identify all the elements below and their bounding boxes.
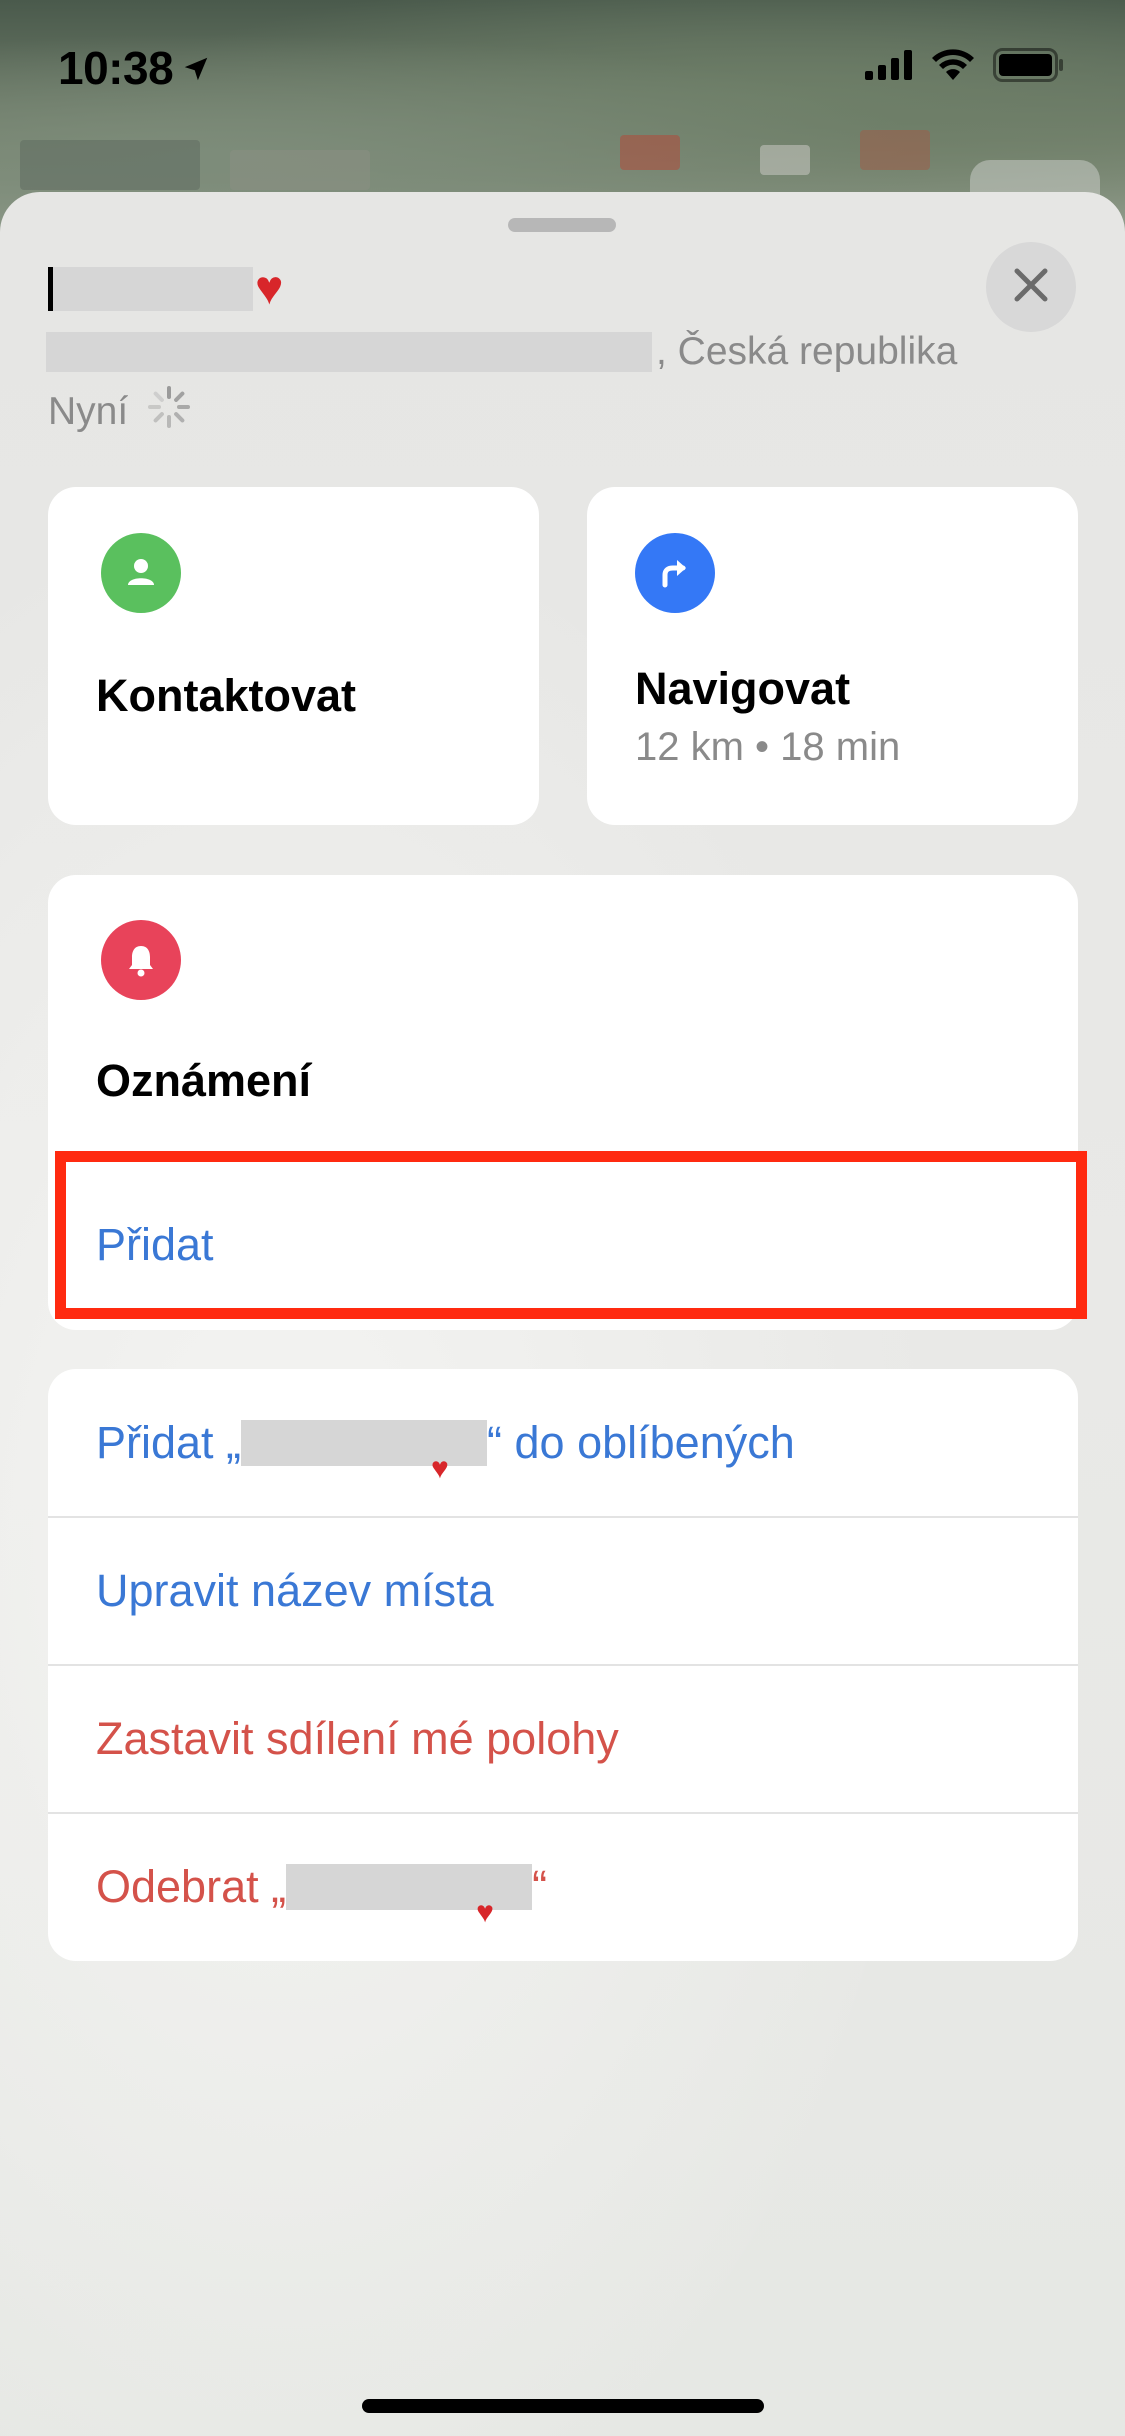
turn-right-arrow-icon <box>635 533 715 613</box>
actions-list: Přidat „ ♥ “ do oblíbených Upravit název… <box>48 1369 1078 1961</box>
person-icon <box>101 533 181 613</box>
close-button[interactable] <box>986 242 1076 332</box>
rename-place-button[interactable]: Upravit název místa <box>48 1517 1078 1665</box>
person-detail-sheet: ♥ , Česká republika Nyní Kontaktovat Nav… <box>0 192 1125 2436</box>
home-indicator[interactable] <box>362 2399 764 2413</box>
location-arrow-icon <box>181 41 211 95</box>
heart-emoji: ♥ <box>476 1896 494 1929</box>
redacted-address <box>46 332 652 372</box>
cellular-signal-icon <box>865 50 913 85</box>
person-name: ♥ <box>48 254 284 324</box>
remove-person-button[interactable]: Odebrat „ ♥ “ <box>48 1813 1078 1961</box>
status-time: 10:38 <box>58 41 211 95</box>
add-favorite-prefix: Přidat „ <box>96 1417 242 1468</box>
status-bar: 10:38 <box>0 0 1125 135</box>
address: , Česká republika <box>46 324 957 380</box>
add-notification-button[interactable]: Přidat <box>48 1170 1078 1320</box>
redacted-name: ♥ <box>286 1864 533 1929</box>
contact-card[interactable]: Kontaktovat <box>48 487 539 825</box>
navigate-eta: 12 km • 18 min <box>635 725 901 769</box>
bell-icon <box>101 920 181 1000</box>
remove-prefix: Odebrat „ <box>96 1861 287 1912</box>
battery-full-icon <box>993 48 1065 87</box>
wifi-icon <box>931 49 975 86</box>
location-time: Nyní <box>48 384 192 440</box>
close-icon <box>1012 266 1050 309</box>
notifications-title: Oznámení <box>96 1055 312 1106</box>
stop-sharing-button[interactable]: Zastavit sdílení mé polohy <box>48 1665 1078 1813</box>
navigate-card[interactable]: Navigovat 12 km • 18 min <box>587 487 1078 825</box>
navigate-label: Navigovat <box>635 663 851 714</box>
remove-suffix: “ <box>532 1861 548 1912</box>
sheet-grabber[interactable] <box>508 218 616 232</box>
redacted-name <box>53 267 253 311</box>
contact-label: Kontaktovat <box>96 670 357 721</box>
time-label: 10:38 <box>58 41 174 94</box>
notifications-card: Oznámení Přidat <box>48 875 1078 1330</box>
activity-spinner-icon <box>146 384 192 440</box>
heart-emoji: ♥ <box>255 262 284 315</box>
address-country: , Česká republika <box>656 330 958 373</box>
time-label: Nyní <box>48 390 129 433</box>
add-favorite-suffix: “ do oblíbených <box>487 1417 795 1468</box>
add-to-favorites-button[interactable]: Přidat „ ♥ “ do oblíbených <box>48 1369 1078 1517</box>
heart-emoji: ♥ <box>431 1452 449 1485</box>
redacted-name: ♥ <box>241 1420 488 1485</box>
